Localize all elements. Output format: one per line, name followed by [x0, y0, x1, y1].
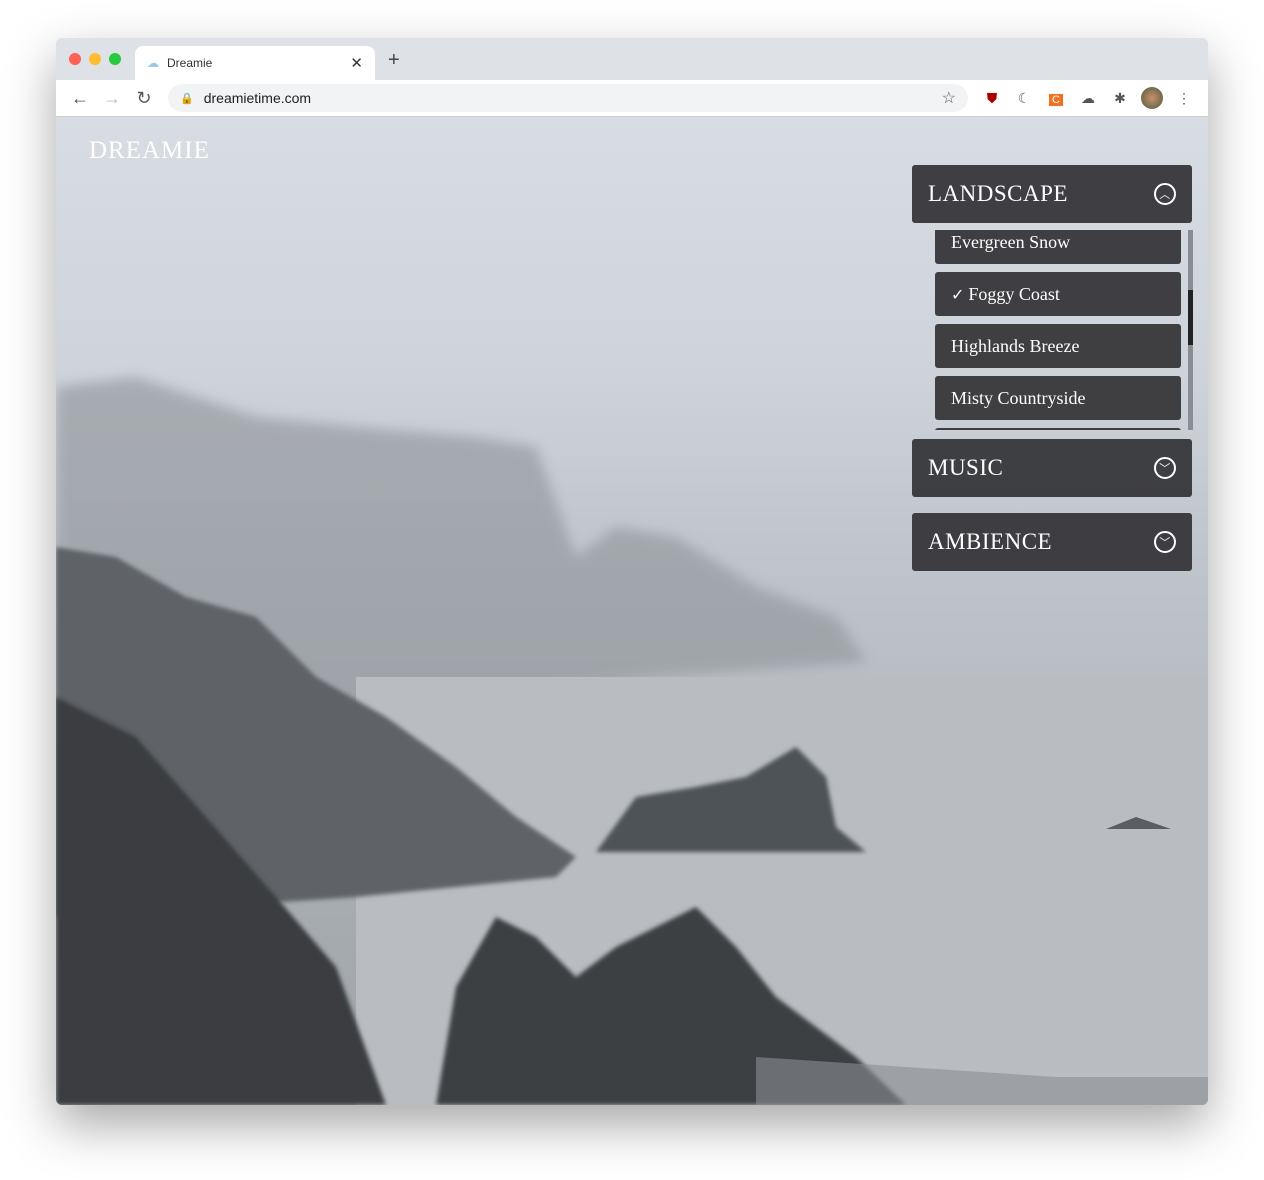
list-item-partial[interactable]	[935, 428, 1181, 430]
chevron-down-icon[interactable]: ﹀	[1154, 531, 1176, 553]
list-item-highlands-breeze[interactable]: Highlands Breeze	[935, 324, 1181, 368]
section-ambience-header[interactable]: AMBIENCE ﹀	[912, 513, 1192, 571]
tab-title: Dreamie	[167, 56, 213, 70]
landscape-list: Evergreen Snow ✓ Foggy Coast Highlands Br…	[935, 230, 1193, 430]
site-logo[interactable]: DREAMIE	[89, 137, 210, 165]
c-extension-icon[interactable]: C	[1040, 90, 1072, 106]
zoom-window-button[interactable]	[109, 53, 121, 65]
section-label: LANDSCAPE	[928, 181, 1068, 206]
forward-icon[interactable]: →	[96, 88, 128, 109]
scrollbar-thumb[interactable]	[1188, 290, 1193, 345]
bookmark-star-icon[interactable]: ☆	[942, 88, 956, 108]
list-item-misty-countryside[interactable]: Misty Countryside	[935, 376, 1181, 420]
cloud-icon[interactable]: ☁	[1072, 90, 1104, 107]
list-item-foggy-coast[interactable]: ✓ Foggy Coast	[935, 272, 1181, 316]
item-label: Foggy Coast	[968, 283, 1060, 304]
check-icon: ✓	[951, 284, 965, 304]
minimize-window-button[interactable]	[89, 53, 101, 65]
section-music-header[interactable]: MUSIC ﹀	[912, 439, 1192, 497]
tab-bar: ☁ Dreamie ✕ +	[56, 38, 1208, 80]
section-label: AMBIENCE	[928, 529, 1053, 554]
url-text: dreamietime.com	[203, 90, 312, 106]
list-scrollbar[interactable]	[1188, 230, 1193, 430]
cloud-icon: ☁	[147, 56, 159, 70]
item-label: Evergreen Snow	[951, 231, 1071, 252]
address-bar[interactable]: 🔒 dreamietime.com ☆	[168, 84, 968, 112]
profile-avatar[interactable]	[1136, 87, 1168, 109]
close-tab-icon[interactable]: ✕	[350, 54, 363, 72]
ublock-icon[interactable]: ⛊	[976, 90, 1008, 107]
chevron-up-icon[interactable]: ︿	[1154, 183, 1176, 205]
new-tab-button[interactable]: +	[388, 49, 400, 72]
section-label: MUSIC	[928, 455, 1004, 480]
browser-tab[interactable]: ☁ Dreamie ✕	[135, 46, 375, 80]
section-landscape-header[interactable]: LANDSCAPE ︿	[912, 165, 1192, 223]
reload-icon[interactable]: ↻	[128, 88, 160, 109]
back-icon[interactable]: ←	[64, 88, 96, 109]
item-label: Highlands Breeze	[951, 335, 1080, 356]
browser-window: ☁ Dreamie ✕ + ← → ↻ 🔒 dreamietime.com ☆ …	[56, 38, 1208, 1105]
menu-icon[interactable]: ⋮	[1168, 90, 1200, 107]
item-label: Misty Countryside	[951, 387, 1086, 408]
moon-icon[interactable]: ☾	[1008, 90, 1040, 107]
page-content: DREAMIE LANDSCAPE ︿ Evergreen Snow ✓ Fogg…	[56, 117, 1208, 1105]
lock-icon: 🔒	[180, 92, 194, 105]
close-window-button[interactable]	[69, 53, 81, 65]
toolbar: ← → ↻ 🔒 dreamietime.com ☆ ⛊ ☾ C ☁ ✱ ⋮	[56, 80, 1208, 117]
puzzle-icon[interactable]: ✱	[1104, 90, 1136, 107]
list-item-evergreen-snow[interactable]: Evergreen Snow	[935, 230, 1181, 264]
chevron-down-icon[interactable]: ﹀	[1154, 457, 1176, 479]
